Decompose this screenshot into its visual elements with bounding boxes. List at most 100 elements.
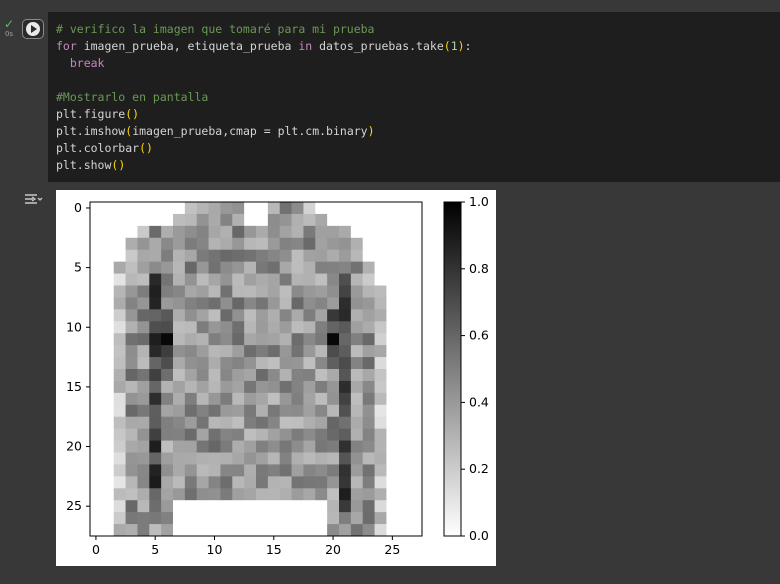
pixel-cell (350, 476, 364, 489)
pixel-cell (90, 261, 103, 274)
pixel-cell (362, 416, 375, 430)
pixel-cell (125, 416, 138, 430)
pixel-cell (173, 440, 186, 453)
pixel-cell (410, 237, 423, 251)
pixel-cell (374, 345, 387, 358)
pixel-cell (291, 345, 304, 358)
pixel-cell (350, 392, 364, 406)
pixel-cell (244, 524, 257, 537)
code-editor[interactable]: # verifico la imagen que tomaré para mi … (56, 21, 472, 174)
pixel-cell (149, 225, 162, 239)
pixel-cell (339, 273, 352, 286)
pixel-cell (220, 357, 233, 370)
pixel-cell (327, 524, 340, 537)
pixel-cell (410, 404, 423, 418)
code-cell[interactable]: # verifico la imagen que tomaré para mi … (48, 12, 780, 182)
pixel-cell (350, 273, 364, 286)
pixel-cell (208, 428, 221, 441)
pixel-cell (339, 464, 352, 477)
pixel-cell (113, 369, 126, 382)
pixel-cell (244, 202, 257, 215)
pixel-cell (291, 452, 304, 465)
pixel-cell (256, 416, 269, 430)
pixel-cell (279, 321, 292, 334)
pixel-cell (279, 380, 292, 394)
pixel-cell (256, 285, 269, 298)
pixel-cell (339, 237, 352, 251)
pixel-cell (125, 345, 138, 358)
pixel-cell (137, 345, 150, 358)
pixel-cell (291, 440, 304, 453)
pixel-cell (125, 237, 138, 251)
pixel-cell (137, 225, 150, 239)
pixel-cell (350, 225, 364, 239)
pixel-cell (315, 273, 328, 286)
pixel-cell (184, 416, 198, 430)
pixel-cell (113, 380, 126, 394)
code-line: for imagen_prueba, etiqueta_prueba in da… (56, 38, 472, 55)
pixel-cell (398, 345, 411, 358)
pixel-cell (303, 202, 316, 215)
pixel-cell (90, 333, 103, 346)
pixel-cell (90, 512, 103, 525)
pixel-cell (410, 452, 423, 465)
pixel-cell (125, 428, 138, 441)
pixel-cell (398, 237, 411, 251)
pixel-cell (374, 369, 387, 382)
pixel-cell (256, 237, 269, 251)
pixel-cell (208, 380, 221, 394)
pixel-cell (291, 297, 304, 310)
pixel-cell (173, 237, 186, 251)
pixel-cell (315, 440, 328, 453)
pixel-cell (244, 297, 257, 310)
code-token: # verifico la imagen que tomaré para mi … (56, 22, 375, 36)
pixel-cell (256, 357, 269, 370)
pixel-cell (350, 380, 364, 394)
pixel-cell (256, 202, 269, 215)
pixel-cell (398, 524, 411, 537)
pixel-cell (327, 380, 340, 394)
pixel-cell (267, 225, 281, 239)
pixel-cell (113, 440, 126, 453)
pixel-cell (90, 285, 103, 298)
pixel-cell (267, 249, 281, 263)
pixel-cell (374, 380, 387, 394)
pixel-cell (291, 285, 304, 298)
pixel-cell (149, 213, 162, 227)
pixel-cell (327, 369, 340, 382)
pixel-cell (125, 464, 138, 477)
pixel-cell (267, 488, 281, 501)
pixel-cell (315, 321, 328, 334)
run-cell-button[interactable] (22, 19, 44, 39)
pixel-cell (386, 416, 399, 430)
pixel-cell (279, 285, 292, 298)
pixel-cell (398, 309, 411, 322)
output-toggle-button[interactable] (22, 190, 44, 208)
pixel-cell (350, 524, 364, 537)
pixel-cell (196, 297, 209, 310)
pixel-cell (161, 488, 174, 501)
pixel-cell (398, 476, 411, 489)
pixel-cell (232, 297, 245, 310)
pixel-cell (291, 261, 304, 274)
pixel-cell (196, 440, 209, 453)
pixel-cell (327, 500, 340, 513)
pixel-cell (113, 225, 126, 239)
pixel-cell (161, 285, 174, 298)
pixel-cell (113, 321, 126, 334)
code-line: plt.figure() (56, 106, 472, 123)
pixel-cell (398, 225, 411, 239)
pixel-cell (220, 464, 233, 477)
pixel-cell (398, 297, 411, 310)
pixel-cell (350, 488, 364, 501)
pixel-cell (256, 392, 269, 406)
pixel-cell (291, 416, 304, 430)
pixel-cell (244, 452, 257, 465)
code-token: () (125, 107, 140, 121)
pixel-cell (232, 380, 245, 394)
pixel-cell (303, 512, 316, 525)
pixel-cell (196, 380, 209, 394)
pixel-cell (327, 202, 340, 215)
pixel-cell (279, 357, 292, 370)
pixel-cell (291, 464, 304, 477)
